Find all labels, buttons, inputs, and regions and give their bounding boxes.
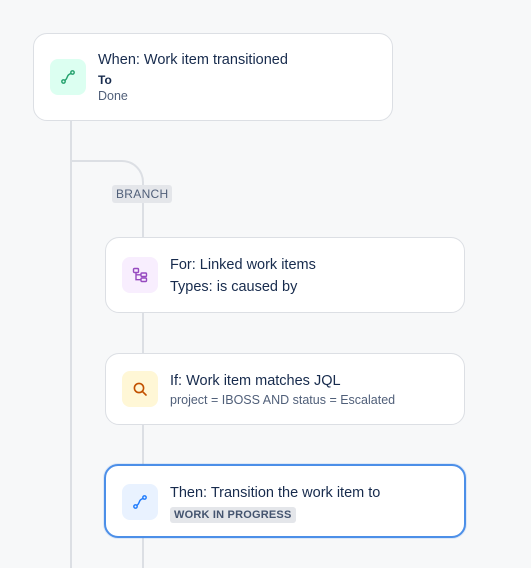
- for-title: For: Linked work items: [170, 257, 316, 273]
- for-icon-box: [122, 257, 158, 293]
- trigger-field-value: Done: [98, 89, 128, 103]
- search-icon: [133, 382, 147, 396]
- for-linked-items-card[interactable]: For: Linked work items Types: is caused …: [105, 237, 465, 313]
- trigger-field-label: To: [98, 73, 112, 87]
- trigger-title: When: Work item transitioned: [98, 52, 288, 68]
- transition-icon: [61, 70, 75, 84]
- then-transition-card[interactable]: Then: Transition the work item to WORK I…: [104, 464, 466, 538]
- then-title: Then: Transition the work item to: [170, 485, 381, 501]
- if-jql-detail: project = IBOSS AND status = Escalated: [170, 393, 396, 407]
- status-lozenge: WORK IN PROGRESS: [170, 507, 296, 523]
- then-status-wrap: WORK IN PROGRESS: [170, 505, 296, 523]
- transition-icon: [133, 495, 147, 509]
- then-icon-box: [122, 484, 158, 520]
- branch-label: BRANCH: [112, 185, 173, 203]
- branch-icon: [132, 267, 148, 283]
- trigger-icon-box: [50, 59, 86, 95]
- if-icon-box: [122, 371, 158, 407]
- if-title: If: Work item matches JQL: [170, 373, 341, 389]
- if-jql-condition-card[interactable]: If: Work item matches JQL project = IBOS…: [105, 353, 465, 425]
- trigger-card[interactable]: When: Work item transitioned To Done: [33, 33, 393, 121]
- for-detail: Types: is caused by: [170, 279, 298, 295]
